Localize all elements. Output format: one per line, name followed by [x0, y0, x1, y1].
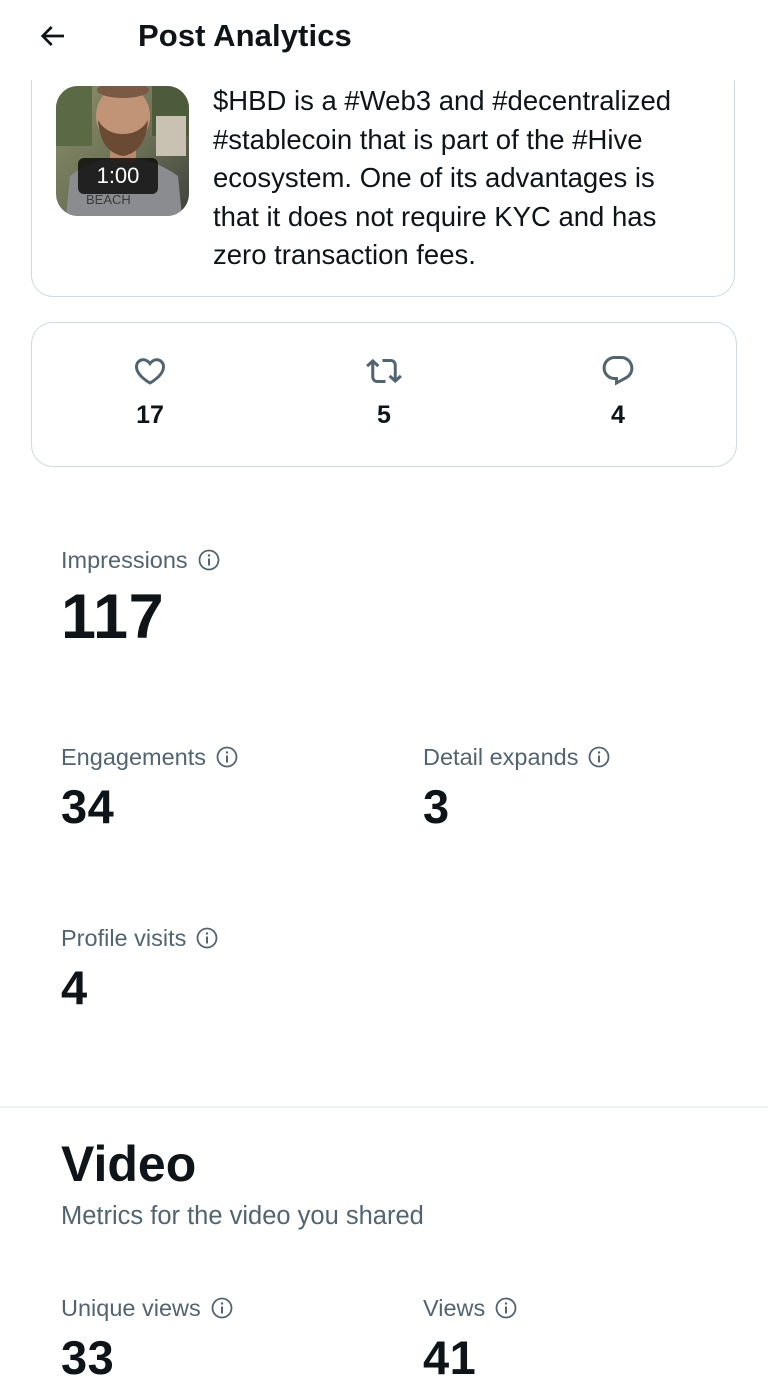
page-title: Post Analytics	[138, 18, 352, 53]
profile-visits-label: Profile visits	[61, 925, 187, 951]
top-app-bar: Post Analytics	[0, 0, 768, 80]
profile-visits-value: 4	[61, 961, 88, 1014]
video-thumbnail[interactable]: BEACH 1:00	[56, 86, 189, 216]
engagements-value: 34	[61, 780, 115, 833]
back-button[interactable]	[30, 14, 74, 58]
detail-expands-label: Detail expands	[423, 744, 579, 770]
replies-count: 4	[611, 401, 625, 429]
impressions-value: 117	[61, 582, 165, 652]
views-value: 41	[423, 1331, 477, 1384]
info-icon[interactable]	[587, 745, 611, 769]
info-icon[interactable]	[215, 745, 239, 769]
detail-expands-value: 3	[423, 780, 450, 833]
video-thumbnail-image: BEACH	[56, 86, 189, 216]
heart-icon	[134, 358, 166, 385]
detail-expands-metric: Detail expands 3	[423, 741, 611, 833]
arrow-left-icon	[40, 26, 64, 46]
reposts-count: 5	[377, 401, 391, 429]
info-icon[interactable]	[210, 1296, 234, 1320]
info-icon[interactable]	[494, 1296, 518, 1320]
svg-text:BEACH: BEACH	[86, 192, 131, 207]
section-divider	[0, 1106, 768, 1108]
post-text[interactable]: $HBD is a #Web3 and #decentralized #stab…	[213, 82, 723, 275]
impressions-label: Impressions	[61, 547, 188, 573]
likes-count: 17	[136, 401, 164, 429]
info-icon[interactable]	[197, 548, 221, 572]
video-section-title: Video	[61, 1136, 197, 1192]
views-label: Views	[423, 1295, 486, 1321]
reply-icon	[602, 356, 634, 386]
engagements-metric: Engagements 34	[61, 741, 239, 833]
engagement-counts-card: 17 5 4	[31, 322, 737, 467]
unique-views-value: 33	[61, 1331, 115, 1384]
profile-visits-metric: Profile visits 4	[61, 922, 219, 1014]
engagements-label: Engagements	[61, 744, 207, 770]
reposts-stat[interactable]: 5	[324, 353, 444, 430]
info-icon[interactable]	[195, 926, 219, 950]
views-metric: Views 41	[423, 1292, 518, 1384]
replies-stat[interactable]: 4	[558, 353, 678, 430]
video-duration-badge: 1:00	[78, 158, 158, 194]
post-analytics-page: BEACH 1:00 $HBD is a #Web3 and #decentra…	[0, 0, 768, 1384]
unique-views-label: Unique views	[61, 1295, 201, 1321]
impressions-metric: Impressions 117	[61, 544, 221, 650]
video-section-subtitle: Metrics for the video you shared	[61, 1202, 424, 1230]
repost-icon	[366, 358, 402, 384]
unique-views-metric: Unique views 33	[61, 1292, 234, 1384]
likes-stat[interactable]: 17	[90, 353, 210, 430]
